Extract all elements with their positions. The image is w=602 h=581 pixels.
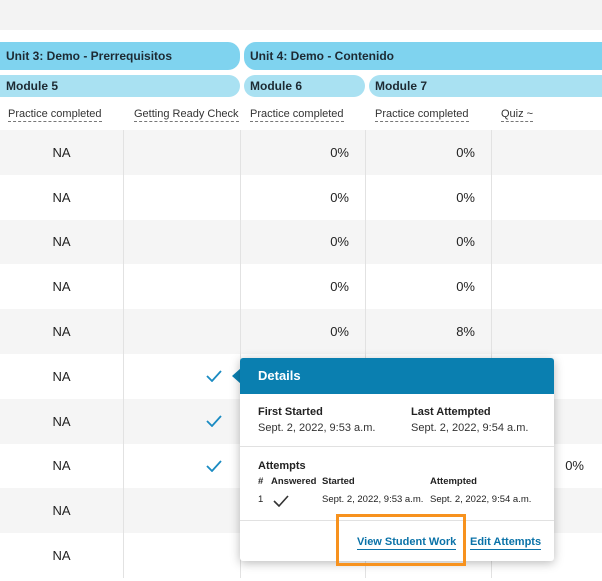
table-cell[interactable] [491, 174, 602, 220]
table-cell[interactable]: NA [0, 488, 123, 533]
divider [240, 446, 554, 447]
table-cell[interactable]: 0% [365, 219, 491, 265]
table-row: NA 0% 0% [0, 219, 602, 265]
table-cell[interactable]: NA [0, 444, 123, 489]
table-cell[interactable]: 0% [240, 174, 365, 220]
table-cell[interactable]: NA [0, 220, 123, 265]
first-started: First Started Sept. 2, 2022, 9:53 a.m. [258, 406, 375, 434]
table-cell[interactable] [123, 398, 240, 444]
table-row: NA 0% 0% [0, 174, 602, 220]
module-7-header: Module 7 [369, 75, 602, 97]
table-cell[interactable]: NA [0, 264, 123, 309]
table-row: NA 0% 0% [0, 130, 602, 175]
column-header-getting-ready[interactable]: Getting Ready Check [126, 100, 240, 130]
table-cell[interactable]: NA [0, 309, 123, 354]
check-icon [206, 370, 222, 383]
table-cell[interactable]: 8% [365, 309, 491, 354]
column-header-practice-m7[interactable]: Practice completed [367, 100, 491, 130]
module-5-header: Module 5 [0, 75, 240, 97]
column-header-quiz[interactable]: Quiz ~ [493, 100, 602, 130]
attempt-num: 1 [258, 494, 264, 505]
table-cell[interactable]: 0% [365, 130, 491, 175]
check-icon [206, 460, 222, 472]
table-cell[interactable] [123, 264, 240, 310]
attempts-col-started: Started [322, 476, 355, 487]
table-cell[interactable] [123, 443, 240, 489]
table-cell[interactable]: NA [0, 175, 123, 220]
table-cell[interactable]: NA [0, 533, 123, 578]
column-header-practice-m5[interactable]: Practice completed [0, 100, 123, 130]
table-cell[interactable]: NA [0, 399, 123, 444]
table-cell[interactable]: NA [0, 130, 123, 175]
table-cell[interactable] [491, 219, 602, 265]
table-cell[interactable]: 0% [240, 309, 365, 354]
first-started-value: Sept. 2, 2022, 9:53 a.m. [258, 422, 376, 434]
attempt-attempted: Sept. 2, 2022, 9:54 a.m. [430, 494, 532, 505]
last-attempted-label: Last Attempted [411, 406, 491, 418]
attempts-col-attempted: Attempted [430, 476, 477, 487]
table-cell[interactable] [123, 219, 240, 265]
answered-check-icon [273, 495, 289, 507]
check-icon [206, 415, 222, 428]
module-6-header: Module 6 [244, 75, 365, 97]
table-row: NA 0% 8% [0, 309, 602, 354]
table-cell[interactable] [491, 309, 602, 354]
table-cell[interactable] [123, 130, 240, 175]
table-cell[interactable]: 0% [240, 130, 365, 175]
table-cell[interactable]: 0% [240, 219, 365, 265]
first-started-label: First Started [258, 406, 323, 418]
table-cell[interactable] [491, 130, 602, 175]
last-attempted: Last Attempted Sept. 2, 2022, 9:54 a.m. [411, 406, 528, 434]
unit-3-header: Unit 3: Demo - Prerrequisitos [0, 42, 240, 70]
table-cell[interactable] [123, 488, 240, 534]
popup-title: Details [240, 358, 554, 394]
unit-4-header: Unit 4: Demo - Contenido [244, 42, 602, 70]
attempt-started: Sept. 2, 2022, 9:53 a.m. [322, 494, 424, 505]
table-cell[interactable]: 0% [365, 174, 491, 220]
attempts-col-num: # [258, 476, 264, 487]
attempts-col-answered: Answered [271, 476, 317, 487]
table-row: NA 0% 0% [0, 264, 602, 310]
table-cell[interactable] [123, 309, 240, 354]
highlight-box [336, 514, 466, 566]
table-cell[interactable] [123, 353, 240, 399]
table-cell[interactable] [123, 533, 240, 578]
table-cell[interactable] [491, 264, 602, 310]
top-bar [0, 0, 602, 30]
attempts-label: Attempts [258, 460, 306, 472]
table-cell[interactable]: NA [0, 354, 123, 399]
table-cell[interactable]: 0% [240, 264, 365, 310]
last-attempted-value: Sept. 2, 2022, 9:54 a.m. [411, 422, 529, 434]
table-cell[interactable] [123, 174, 240, 220]
edit-attempts-link[interactable]: Edit Attempts [470, 535, 542, 550]
column-header-practice-m6[interactable]: Practice completed [242, 100, 365, 130]
table-cell[interactable]: 0% [365, 264, 491, 310]
